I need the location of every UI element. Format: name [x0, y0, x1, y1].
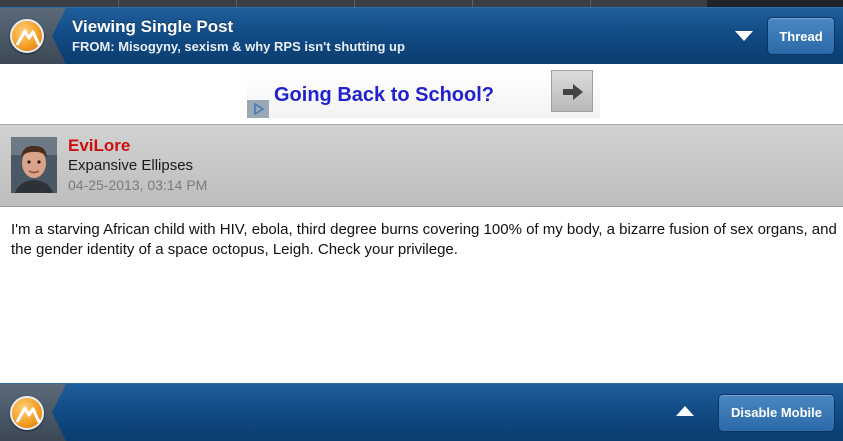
- ad-text[interactable]: Going Back to School?: [274, 84, 494, 107]
- top-tab-strip: [0, 0, 843, 7]
- tab-divider: [236, 0, 237, 7]
- thread-subtitle: FROM: Misogyny, sexism & why RPS isn't s…: [72, 39, 405, 54]
- top-navbar: Viewing Single Post FROM: Misogyny, sexi…: [0, 7, 843, 64]
- thread-button[interactable]: Thread: [767, 17, 835, 55]
- post-header: EviLore Expansive Ellipses 04-25-2013, 0…: [0, 124, 843, 207]
- triangle-down-icon[interactable]: [735, 31, 753, 41]
- bottom-navbar: Disable Mobile: [0, 383, 843, 441]
- tab-divider: [472, 0, 473, 7]
- active-tab[interactable]: [707, 0, 843, 7]
- user-title: Expansive Ellipses: [68, 157, 194, 174]
- post-date: 04-25-2013, 03:14 PM: [68, 177, 208, 193]
- disable-mobile-button[interactable]: Disable Mobile: [718, 393, 835, 432]
- tab-divider: [354, 0, 355, 7]
- arrow-right-icon: [563, 84, 583, 100]
- tab-divider: [590, 0, 591, 7]
- ad-box[interactable]: Going Back to School?: [247, 70, 600, 118]
- adchoices-icon[interactable]: [247, 100, 269, 118]
- tab-divider: [118, 0, 119, 7]
- ad-banner: Going Back to School?: [0, 64, 843, 124]
- username[interactable]: EviLore: [68, 136, 130, 156]
- logo-button[interactable]: [0, 384, 66, 441]
- post-body: I'm a starving African child with HIV, e…: [11, 221, 837, 258]
- forum-logo-icon: [10, 19, 44, 53]
- logo-button[interactable]: [0, 8, 66, 64]
- ad-arrow-button[interactable]: [551, 70, 593, 112]
- page-title: Viewing Single Post: [72, 17, 234, 36]
- forum-logo-icon: [10, 395, 44, 430]
- triangle-up-icon[interactable]: [676, 406, 694, 416]
- avatar[interactable]: [11, 137, 57, 193]
